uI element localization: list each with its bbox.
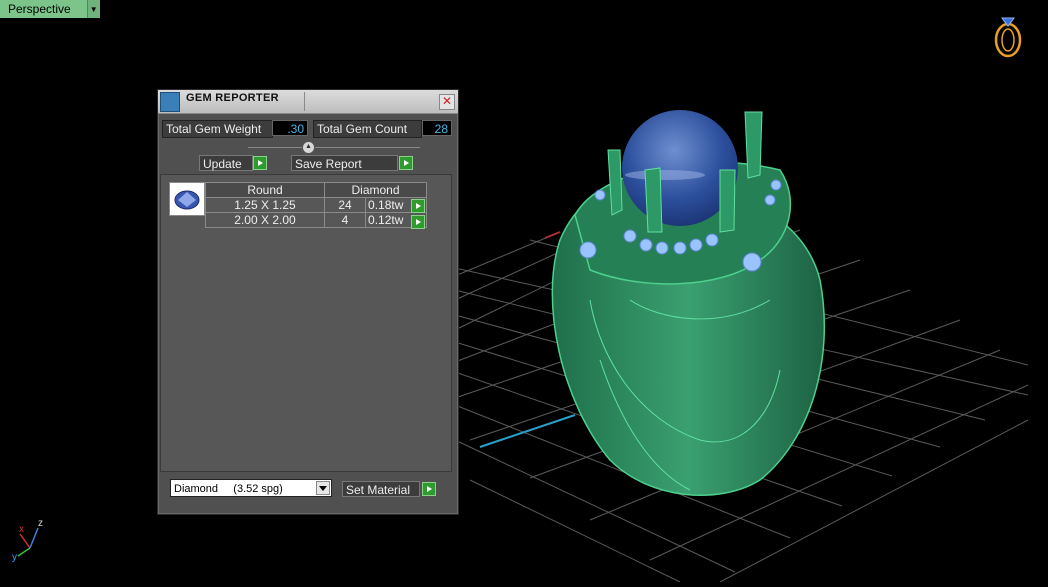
gem-list: Round Diamond 1.25 X 1.25 24 0.18tw 2.00…	[160, 174, 452, 472]
collapse-icon[interactable]: ▲	[302, 141, 315, 154]
gem-table-header: Round Diamond	[205, 182, 427, 198]
row-2-go-icon[interactable]	[411, 215, 425, 229]
column-header-material: Diamond	[324, 182, 427, 198]
axis-z-label: z	[38, 518, 43, 529]
total-gem-weight-label: Total Gem Weight	[162, 120, 273, 138]
table-row[interactable]: 1.25 X 1.25 24 0.18tw	[205, 197, 427, 213]
round-gem-icon	[174, 190, 200, 210]
axis-line-red	[544, 231, 561, 239]
gem-size: 2.00 X 2.00	[205, 212, 325, 228]
total-gem-count-label: Total Gem Count	[313, 120, 422, 138]
gem-table: Round Diamond 1.25 X 1.25 24 0.18tw 2.00…	[205, 182, 427, 228]
ring-model	[551, 110, 826, 496]
axis-line-cyan	[479, 414, 576, 448]
panel-divider	[248, 147, 420, 148]
table-row[interactable]: 2.00 X 2.00 4 0.12tw	[205, 212, 427, 228]
chevron-down-icon[interactable]: ▼	[86, 0, 100, 18]
axis-y-label: y	[12, 552, 17, 563]
material-select[interactable]: Diamond (3.52 spg)	[170, 479, 332, 497]
material-select-value: Diamond (3.52 spg)	[174, 483, 283, 495]
axis-gizmo: z x y	[12, 518, 43, 563]
viewport-perspective-dropdown[interactable]: Perspective ▼	[0, 0, 100, 18]
panel-titlebar[interactable]: GEM REPORTER ✕	[158, 90, 458, 114]
total-gem-count-value: 28	[422, 120, 452, 136]
gem-reporter-icon	[160, 92, 180, 112]
title-separator	[304, 92, 305, 111]
chevron-down-icon[interactable]	[316, 481, 330, 495]
save-report-go-icon[interactable]	[399, 156, 413, 170]
gem-count: 24	[323, 197, 367, 213]
gem-size: 1.25 X 1.25	[205, 197, 325, 213]
gem-reporter-panel: GEM REPORTER ✕ Total Gem Weight .30 Tota…	[157, 89, 459, 515]
viewport-label: Perspective	[0, 0, 87, 18]
close-icon[interactable]: ✕	[439, 94, 455, 110]
set-material-button[interactable]: Set Material	[342, 481, 420, 497]
row-1-go-icon[interactable]	[411, 199, 425, 213]
set-material-go-icon[interactable]	[422, 482, 436, 496]
ring-view-icon[interactable]	[990, 12, 1026, 60]
panel-title: GEM REPORTER	[186, 92, 279, 104]
total-gem-weight-value: .30	[272, 120, 308, 136]
axis-x-label: x	[19, 524, 24, 535]
update-go-icon[interactable]	[253, 156, 267, 170]
gem-count: 4	[323, 212, 367, 228]
column-header-shape: Round	[205, 182, 325, 198]
update-button[interactable]: Update	[199, 155, 253, 171]
save-report-button[interactable]: Save Report	[291, 155, 398, 171]
round-gem-thumbnail[interactable]	[169, 182, 205, 216]
